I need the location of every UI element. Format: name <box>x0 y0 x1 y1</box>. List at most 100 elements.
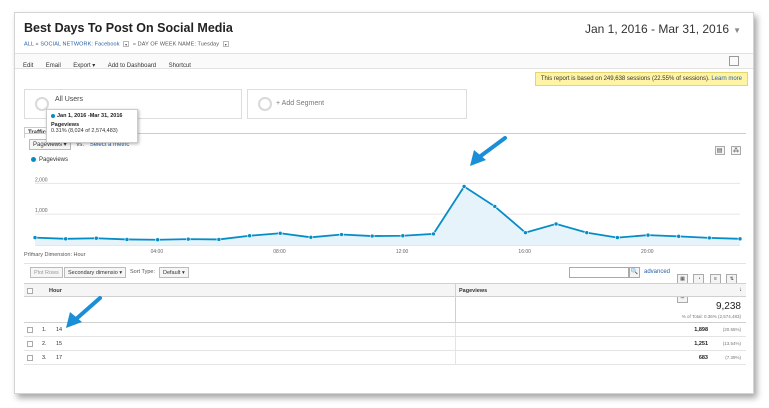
tooltip-date: Jan 1, 2016 -Mar 31, 2016 <box>51 113 133 119</box>
primary-dimension: Primary Dimension: Hour <box>24 252 86 258</box>
data-point <box>645 232 651 238</box>
row-rank: 1. <box>42 327 47 333</box>
learn-more-link[interactable]: Learn more <box>711 76 742 82</box>
column-divider <box>455 284 456 297</box>
report-window: Best Days To Post On Social Media Jan 1,… <box>14 12 754 394</box>
table-toolbar: Plot Rows Secondary dimensio ▾ Sort Type… <box>24 263 746 303</box>
report-toolbar: Edit Email Export ▾ Add to Dashboard Sho… <box>15 53 753 69</box>
row-pageviews: 1,898 <box>694 327 708 333</box>
x-axis-ticks: ... 04:00 08:00 12:00 16:00 20:00 <box>29 249 654 255</box>
legend-dot-icon <box>31 157 36 162</box>
date-range-text: Jan 1, 2016 - Mar 31, 2016 <box>584 22 730 36</box>
row-checkbox[interactable] <box>27 327 33 333</box>
data-point <box>32 235 38 240</box>
data-point <box>308 234 314 240</box>
data-point <box>523 230 528 235</box>
plot-rows-button[interactable]: Plot Rows <box>30 267 63 278</box>
dropdown-icon[interactable]: ▾ <box>123 41 130 47</box>
row-checkbox[interactable] <box>27 341 33 347</box>
data-point <box>492 204 498 209</box>
row-percentage: (13.54%) <box>722 341 741 346</box>
data-point <box>339 232 344 237</box>
row-rank: 3. <box>42 355 47 361</box>
chevron-down-icon: ▼ <box>733 26 741 35</box>
data-point <box>707 235 712 241</box>
sort-type-dropdown[interactable]: Default ▾ <box>159 267 189 278</box>
row-hour[interactable]: 15 <box>56 341 62 347</box>
grid-icon[interactable] <box>729 56 739 66</box>
row-hour[interactable]: 14 <box>56 327 62 333</box>
column-divider <box>455 337 456 350</box>
add-segment-label: + Add Segment <box>276 100 325 107</box>
total-pageviews: 9,238 <box>715 301 741 312</box>
data-table: Hour Pageviews ↓ 9,238 % of Total: 0.36%… <box>24 283 746 365</box>
export-button[interactable]: Export ▾ <box>73 59 95 74</box>
data-point <box>737 236 743 242</box>
data-point <box>431 231 436 237</box>
row-rank: 2. <box>42 341 47 347</box>
column-hour[interactable]: Hour <box>49 288 62 294</box>
data-point <box>553 221 559 227</box>
breadcrumb-network[interactable]: SOCIAL NETWORK: Facebook <box>40 41 119 47</box>
breadcrumb-sep: » <box>132 41 137 48</box>
select-all-checkbox[interactable] <box>27 288 33 294</box>
table-row: 1. 14 1,898 (20.55%) <box>24 323 746 337</box>
search-icon[interactable]: 🔍 <box>629 267 640 278</box>
add-to-dashboard-button[interactable]: Add to Dashboard <box>108 59 156 74</box>
add-segment-button[interactable]: + Add Segment <box>247 89 467 119</box>
sort-type-label: Sort Type: <box>130 269 155 275</box>
data-point <box>584 230 590 235</box>
data-point <box>155 237 160 243</box>
data-point <box>277 230 283 236</box>
email-button[interactable]: Email <box>46 59 61 74</box>
data-point <box>124 237 130 242</box>
row-pageviews: 1,251 <box>694 341 708 347</box>
y-tick-label: 1,000 <box>35 208 48 214</box>
row-hour[interactable]: 17 <box>56 355 62 361</box>
sampling-notice: This report is based on 249,638 sessions… <box>534 72 748 86</box>
secondary-dimension-dropdown[interactable]: Secondary dimensio ▾ <box>64 267 127 278</box>
data-point <box>676 234 681 239</box>
column-divider <box>455 297 456 323</box>
series-line <box>34 185 741 241</box>
motion-chart-icon[interactable]: ⁂ <box>731 146 741 155</box>
column-pageviews[interactable]: Pageviews <box>459 288 487 294</box>
table-row: 2. 15 1,251 (13.54%) <box>24 337 746 351</box>
totals-row: 9,238 % of Total: 0.36% (2,574,483) <box>24 297 746 323</box>
data-point <box>400 233 406 239</box>
column-divider <box>455 323 456 336</box>
row-pageviews: 683 <box>698 355 708 361</box>
data-point <box>247 233 252 239</box>
x-tick-label: 04:00 <box>151 249 164 255</box>
sampling-text: This report is based on 249,638 sessions… <box>540 76 710 82</box>
x-tick-label: 20:00 <box>641 249 654 255</box>
pageviews-line-chart: ... 04:00 08:00 12:00 16:00 20:00 2,0001,000 <box>29 177 743 255</box>
edit-button[interactable]: Edit <box>23 59 33 74</box>
table-row: 3. 17 683 (7.39%) <box>24 351 746 365</box>
x-tick-label: 16:00 <box>518 249 531 255</box>
segment-circle-icon <box>258 97 272 111</box>
tooltip-value: 0.31% (8,024 of 2,574,483) <box>51 128 118 134</box>
data-point <box>185 236 191 242</box>
y-axis-ticks: 2,000 1,000 <box>35 177 48 214</box>
table-search-input[interactable] <box>569 267 629 278</box>
breadcrumb-all[interactable]: ALL <box>24 41 34 47</box>
shortcut-button[interactable]: Shortcut <box>169 59 191 74</box>
series-dot-icon <box>51 113 55 118</box>
data-point <box>615 235 620 240</box>
chart-area <box>34 185 741 245</box>
page-title: Best Days To Post On Social Media <box>24 21 233 35</box>
data-point <box>369 233 375 239</box>
date-range-picker[interactable]: Jan 1, 2016 - Mar 31, 2016 ▼ <box>585 22 741 36</box>
advanced-filter-link[interactable]: advanced <box>644 269 670 275</box>
table-header: Hour Pageviews ↓ <box>24 283 746 297</box>
line-chart-icon[interactable]: ▤ <box>714 146 725 155</box>
row-checkbox[interactable] <box>27 355 33 361</box>
y-tick-label: 2,000 <box>35 177 48 183</box>
x-tick-label: 08:00 <box>273 249 286 255</box>
row-percentage: (7.39%) <box>725 355 741 360</box>
dropdown-icon[interactable]: ▾ <box>222 41 229 47</box>
breadcrumb: ALL » SOCIAL NETWORK: Facebook ▾ » DAY O… <box>24 41 231 47</box>
sort-arrow-icon[interactable]: ↓ <box>739 287 742 293</box>
x-tick-label: 12:00 <box>396 249 409 255</box>
